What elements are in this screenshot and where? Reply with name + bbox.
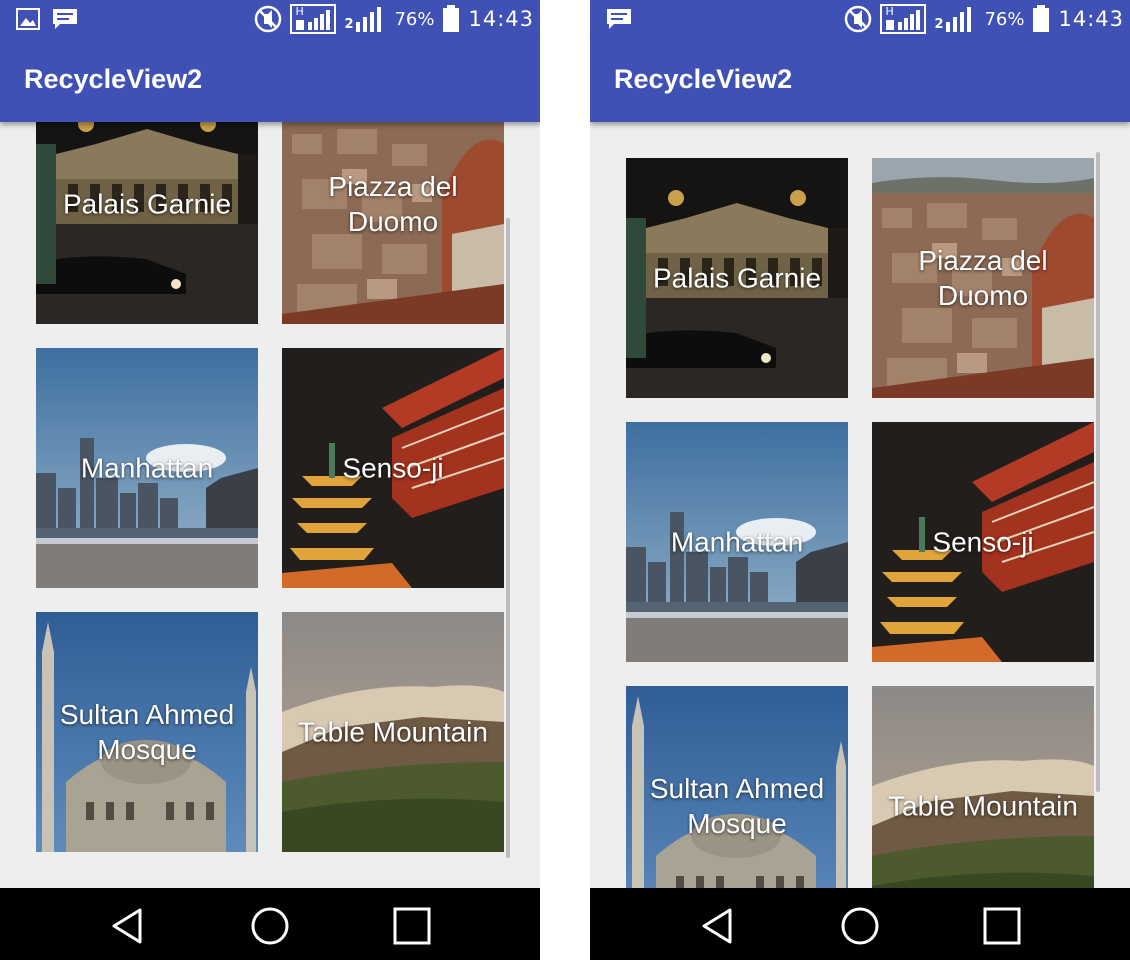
mute-icon	[845, 5, 872, 33]
grid-card-senso-ji[interactable]: Senso-ji	[872, 422, 1094, 662]
mute-icon	[255, 5, 282, 33]
grid-card-manhattan[interactable]: Manhattan	[36, 348, 258, 588]
recents-icon[interactable]	[392, 906, 432, 946]
sim2-label: 2	[344, 17, 354, 32]
app-bar: RecycleView2	[590, 38, 1130, 122]
battery-icon	[1033, 5, 1050, 32]
app-title: RecycleView2	[24, 64, 203, 94]
scrollbar[interactable]	[1096, 152, 1100, 792]
back-icon[interactable]	[108, 906, 148, 946]
battery-icon	[443, 5, 460, 32]
grid-card-sultan-ahmed-mosque[interactable]: Sultan Ahmed Mosque	[626, 686, 848, 888]
card-label: Sultan Ahmed Mosque	[59, 699, 235, 765]
phone-screen-top: H 2 76% 14:43 RecycleView2 Palais Garnie…	[590, 0, 1130, 960]
card-label: Table Mountain	[298, 716, 488, 748]
sim2-label: 2	[934, 17, 944, 32]
table-mountain-image	[872, 686, 1094, 888]
grid-card-piazza-del-duomo[interactable]: Piazza del Duomo	[872, 158, 1094, 398]
home-icon[interactable]	[250, 906, 290, 946]
card-label: Table Mountain	[888, 790, 1078, 822]
app-bar: RecycleView2	[0, 38, 540, 122]
card-label: Senso-ji	[342, 452, 444, 484]
signal-sim1-icon: H	[290, 4, 337, 34]
signal-sim2-icon: 2	[344, 6, 386, 32]
grid-card-table-mountain[interactable]: Table Mountain	[872, 686, 1094, 888]
recycler-view[interactable]: Palais Garnie Piazza del Duomo Manhattan…	[0, 122, 540, 888]
card-label: Piazza del Duomo	[328, 171, 458, 237]
grid-card-manhattan[interactable]: Manhattan	[626, 422, 848, 662]
battery-percent: 76%	[394, 8, 435, 30]
app-title: RecycleView2	[614, 64, 793, 94]
clock: 14:43	[468, 7, 534, 31]
back-icon[interactable]	[698, 906, 738, 946]
navigation-bar	[590, 888, 1130, 960]
home-icon[interactable]	[840, 906, 880, 946]
card-label: Palais Garnie	[652, 262, 822, 294]
card-label: Manhattan	[670, 526, 804, 558]
phone-screen-scrolled: H 2 76% 14:43 RecycleView2 Palais Garnie…	[0, 0, 540, 960]
message-icon	[607, 9, 631, 29]
status-bar: H 2 76% 14:43	[0, 0, 540, 38]
grid-card-table-mountain[interactable]: Table Mountain	[282, 612, 504, 852]
gallery-icon	[16, 8, 40, 30]
navigation-bar	[0, 888, 540, 960]
signal-sim1-icon: H	[880, 4, 927, 34]
message-icon	[53, 9, 77, 29]
signal-sim2-icon: 2	[934, 6, 976, 32]
card-label: Sultan Ahmed Mosque	[649, 773, 825, 839]
recents-icon[interactable]	[982, 906, 1022, 946]
card-label: Manhattan	[80, 452, 214, 484]
clock: 14:43	[1058, 7, 1124, 31]
card-label: Palais Garnie	[62, 188, 232, 220]
palais-garnie-image	[36, 122, 258, 324]
scrollbar[interactable]	[506, 218, 510, 858]
card-label: Piazza del Duomo	[918, 245, 1048, 311]
grid-card-sultan-ahmed-mosque[interactable]: Sultan Ahmed Mosque	[36, 612, 258, 852]
recycler-view[interactable]: Palais Garnie Piazza del Duomo Manhattan…	[590, 122, 1130, 888]
status-bar: H 2 76% 14:43	[590, 0, 1130, 38]
grid-card-palais-garnie[interactable]: Palais Garnie	[626, 158, 848, 398]
grid-card-piazza-del-duomo[interactable]: Piazza del Duomo	[282, 122, 504, 324]
grid-card-senso-ji[interactable]: Senso-ji	[282, 348, 504, 588]
battery-percent: 76%	[984, 8, 1025, 30]
card-label: Senso-ji	[932, 526, 1034, 558]
grid-card-palais-garnie[interactable]: Palais Garnie	[36, 122, 258, 324]
